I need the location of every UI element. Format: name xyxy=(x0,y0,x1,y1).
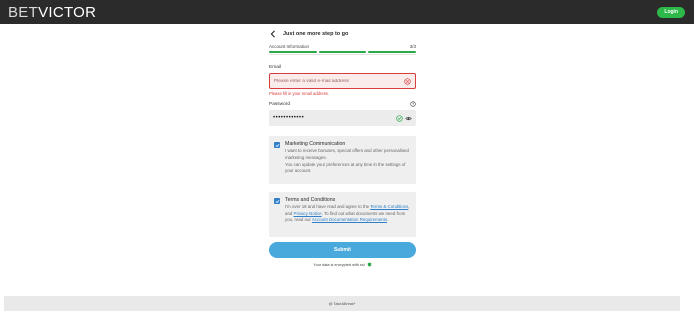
terms-body: I'm over 18 and have read and agree to t… xyxy=(285,204,411,223)
marketing-checkbox[interactable] xyxy=(274,142,280,148)
progress-labels: Account Information 3/3 xyxy=(269,44,416,49)
divider xyxy=(269,54,416,55)
email-field-wrapper xyxy=(269,73,416,89)
privacy-notice-link[interactable]: Privacy Notice xyxy=(294,211,322,216)
chevron-left-icon[interactable] xyxy=(269,30,277,38)
terms-text: Terms and Conditions I'm over 18 and hav… xyxy=(285,197,411,232)
checkmark-icon xyxy=(275,199,279,203)
progress-segment-1 xyxy=(269,51,317,53)
eye-icon[interactable] xyxy=(405,115,412,122)
password-label: Password xyxy=(269,101,291,107)
account-documentation-link[interactable]: Account Documentation Requirements xyxy=(312,217,387,222)
login-button[interactable]: Login xyxy=(657,6,685,18)
marketing-body-2: You can update your preferences at any t… xyxy=(285,161,406,174)
secure-note: Your data is encrypted with ssl xyxy=(269,262,416,267)
step-title: Just one more step to go xyxy=(283,31,349,37)
section-label: Account Information xyxy=(269,44,310,49)
email-label: Email xyxy=(269,65,281,70)
terms-conditions-link[interactable]: Terms & Conditions xyxy=(370,204,408,209)
marketing-consent-card: Marketing Communication I want to receiv… xyxy=(269,136,416,184)
error-icon xyxy=(404,77,411,85)
terms-title: Terms and Conditions xyxy=(285,197,336,203)
step-header: Just one more step to go xyxy=(269,28,416,40)
password-field[interactable] xyxy=(273,115,383,121)
password-label-row: Password xyxy=(269,101,416,107)
shield-icon xyxy=(367,262,371,267)
password-icons xyxy=(396,114,412,122)
footer-text[interactable]: @ TakeABreak* xyxy=(329,302,356,306)
progress-segment-3 xyxy=(368,51,417,53)
email-field[interactable] xyxy=(274,78,394,84)
submit-button[interactable]: Submit xyxy=(269,242,416,258)
terms-text-4: . xyxy=(387,216,389,222)
footer: @ TakeABreak* xyxy=(4,296,680,311)
progress-segment-2 xyxy=(318,51,367,53)
top-bar: BETVICTOR Login xyxy=(0,0,694,24)
logo-part-bet: BET xyxy=(8,3,39,21)
marketing-body-1: I want to receive bonuses, special offer… xyxy=(285,148,409,160)
step-progress-bar xyxy=(269,51,417,53)
terms-text-1: I'm over 18 and have read and agree to t… xyxy=(285,204,371,210)
check-circle-icon xyxy=(396,114,403,122)
betvictor-logo[interactable]: BETVICTOR xyxy=(8,5,96,20)
marketing-text: Marketing Communication I want to receiv… xyxy=(285,141,411,179)
secure-note-text: Your data is encrypted with ssl xyxy=(313,262,365,267)
registration-form: Just one more step to go Account Informa… xyxy=(269,28,417,267)
terms-consent-card: Terms and Conditions I'm over 18 and hav… xyxy=(269,192,416,237)
help-icon[interactable] xyxy=(410,101,416,107)
terms-checkbox[interactable] xyxy=(274,198,280,204)
password-field-wrapper xyxy=(269,110,416,126)
email-error-message: Please fill in your email address. xyxy=(269,91,330,96)
step-counter: 3/3 xyxy=(409,44,416,49)
checkmark-icon xyxy=(275,143,279,147)
marketing-title: Marketing Communication xyxy=(285,141,346,147)
logo-part-victor: VICTOR xyxy=(38,3,97,21)
